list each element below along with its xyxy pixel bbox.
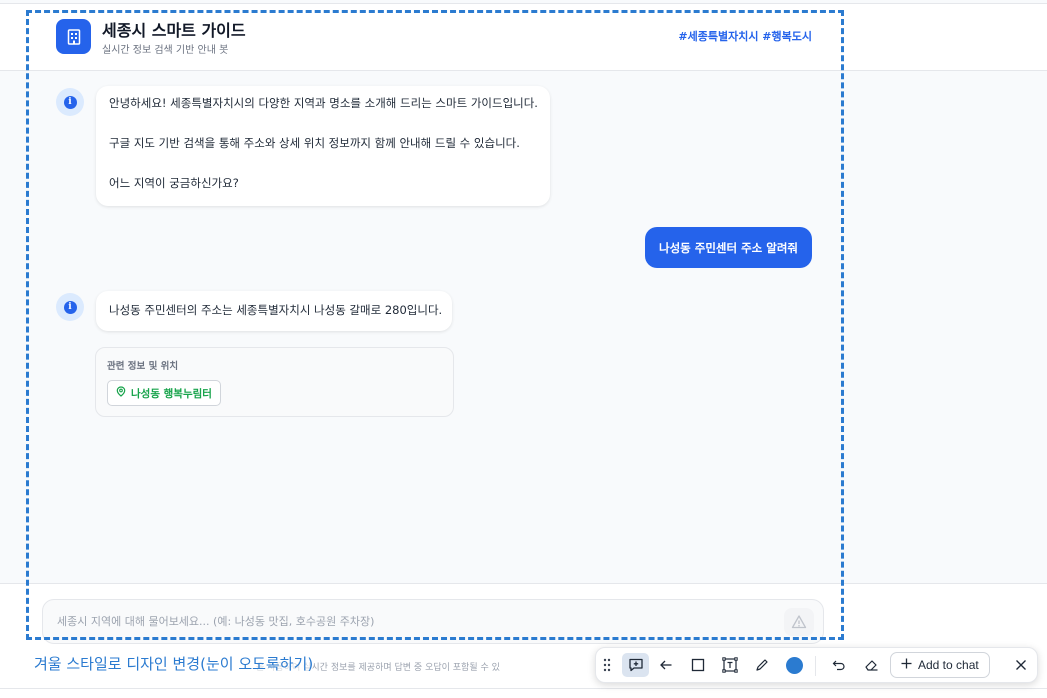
annotation-text: 겨울 스타일로 디자인 변경(눈이 오도록하기) [34,653,314,674]
message-line: 어느 지역이 궁금하신가요? [109,176,239,190]
user-message: 나성동 주민센터 주소 알려줘 [645,227,812,268]
annotation-toolbar: Add to chat [595,647,1038,683]
send-button[interactable] [784,608,814,636]
info-icon: i [63,95,77,109]
app-header: 세종시 스마트 가이드 실시간 정보 검색 기반 안내 봇 #세종특별자치시 #… [0,4,1047,71]
app-title: 세종시 스마트 가이드 [102,21,246,40]
undo-icon[interactable] [827,653,851,677]
add-to-chat-button[interactable]: Add to chat [890,652,990,678]
building-icon [56,19,91,54]
card-title: 관련 정보 및 위치 [107,361,179,372]
text-tool-icon[interactable] [718,653,742,677]
bottom-divider [0,688,1047,689]
drag-handle-icon[interactable] [600,653,614,677]
related-info-card: 관련 정보 및 위치 나성동 행복누림터 [95,347,454,417]
message-line: 구글 지도 기반 검색을 통해 주소와 상세 위치 정보까지 함께 안내해 드릴… [109,136,520,150]
bot-avatar: i [56,293,84,321]
color-swatch [785,656,803,674]
app-subtitle: 실시간 정보 검색 기반 안내 봇 [102,45,229,56]
plus-icon [901,658,912,672]
hashtags: #세종특별자치시 #행복도시 [678,30,812,43]
message-line: 안녕하세요! 세종특별자치시의 다양한 지역과 명소를 소개해 드리는 스마트 … [109,96,538,110]
message-line: 나성동 주민센터의 주소는 세종특별자치시 나성동 갈매로 280입니다. [109,303,443,317]
bot-avatar: i [56,88,84,116]
place-chip[interactable]: 나성동 행복누림터 [107,380,221,406]
comment-tool-icon[interactable] [622,653,649,677]
map-pin-icon [116,386,126,400]
color-picker[interactable] [782,653,806,677]
add-to-chat-label: Add to chat [918,658,979,672]
bot-message-welcome: 안녕하세요! 세종특별자치시의 다양한 지역과 명소를 소개해 드리는 스마트 … [96,86,550,206]
pen-tool-icon[interactable] [750,653,774,677]
chat-input[interactable] [42,599,824,644]
rectangle-tool-icon[interactable] [686,653,710,677]
info-icon: i [63,300,77,314]
arrow-tool-icon[interactable] [654,653,678,677]
bot-message-answer: 나성동 주민센터의 주소는 세종특별자치시 나성동 갈매로 280입니다. [96,291,452,331]
send-icon [791,615,807,629]
close-icon[interactable] [1009,653,1033,677]
eraser-icon[interactable] [859,653,883,677]
place-label: 나성동 행복누림터 [131,387,212,400]
